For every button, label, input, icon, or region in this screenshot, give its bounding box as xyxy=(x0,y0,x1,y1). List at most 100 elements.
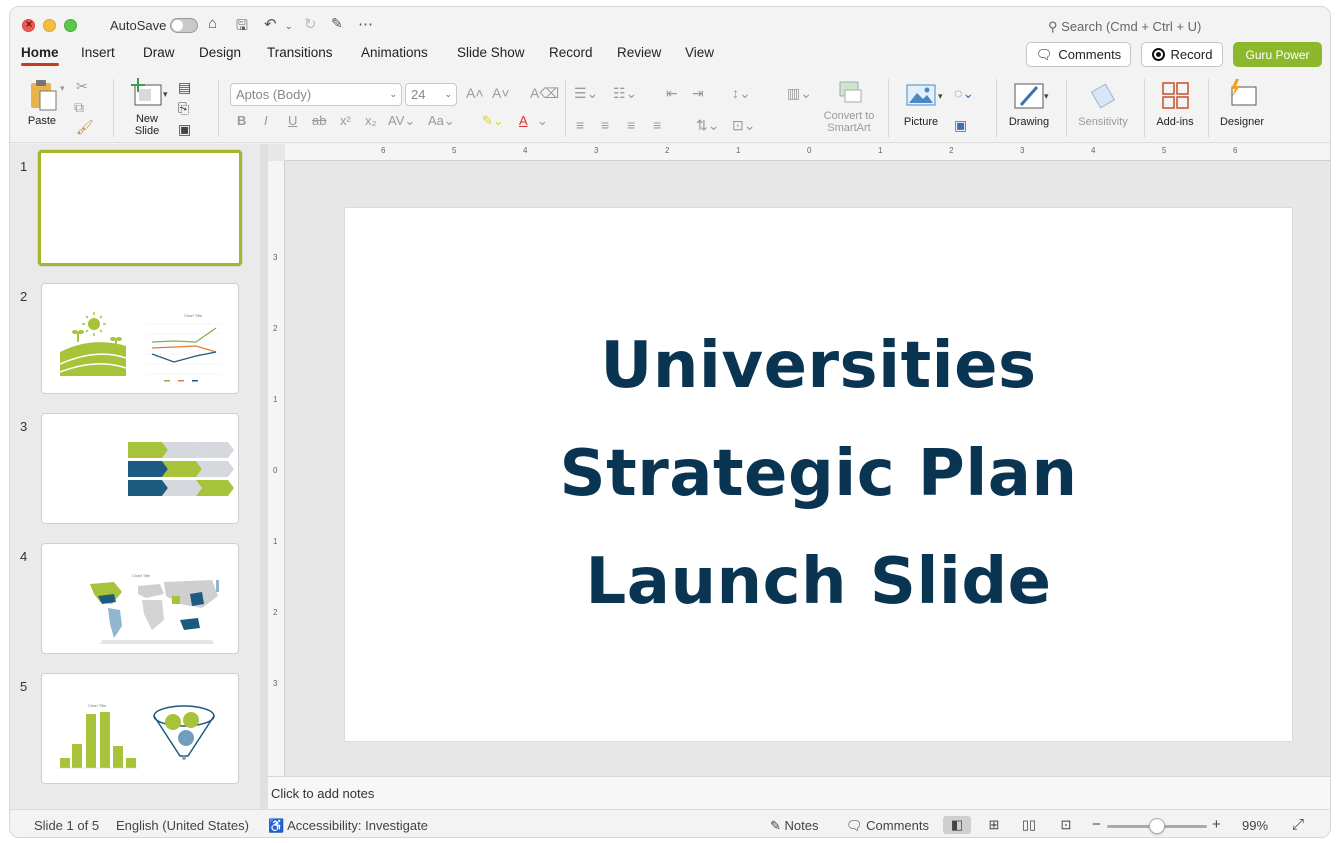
comment-icon: 🗨 xyxy=(846,818,863,833)
align-right-icon[interactable]: ≡ xyxy=(627,117,635,133)
tab-draw[interactable]: Draw xyxy=(143,45,175,60)
tab-record[interactable]: Record xyxy=(549,45,593,60)
close-window-button[interactable] xyxy=(22,17,35,32)
guru-power-button[interactable]: Guru Power xyxy=(1233,42,1322,67)
designer-button[interactable]: Designer xyxy=(1216,79,1268,128)
cut-icon[interactable]: ✂ xyxy=(76,78,88,95)
zoom-out-button[interactable]: − xyxy=(1092,816,1101,833)
autosave-toggle[interactable] xyxy=(170,18,198,33)
undo-icon[interactable]: ↶ xyxy=(264,15,277,33)
slide-thumbnail-4[interactable]: Chart Title xyxy=(41,543,239,654)
increase-indent-icon[interactable]: ⇥ xyxy=(692,85,704,102)
slide-thumbnail-1[interactable] xyxy=(38,150,242,266)
sensitivity-button[interactable]: Sensitivity xyxy=(1074,81,1132,128)
slide-thumbnail-pane[interactable]: 1 2 Chart Title 3 4 Chart Title 5 Chart … xyxy=(10,144,260,809)
highlight-icon[interactable]: ✎⌄ xyxy=(482,113,504,129)
add-ins-button[interactable]: Add-ins xyxy=(1150,81,1200,128)
slide-thumbnail-2[interactable]: Chart Title xyxy=(41,283,239,394)
drawing-dropdown-icon[interactable]: ▾ xyxy=(1044,91,1049,102)
tab-animations[interactable]: Animations xyxy=(361,45,428,60)
zoom-level[interactable]: 99% xyxy=(1242,818,1268,833)
decrease-font-icon[interactable]: A˅ xyxy=(492,85,510,101)
slide-thumbnail-5[interactable]: Chart Title xyxy=(41,673,239,784)
character-spacing-icon[interactable]: AV⌄ xyxy=(388,113,415,129)
font-name-select[interactable]: Aptos (Body) ⌄ xyxy=(230,83,402,106)
picture-dropdown-icon[interactable]: ▾ xyxy=(938,91,943,102)
reset-icon[interactable]: ⎘ xyxy=(178,100,189,117)
columns-icon[interactable]: ▥⌄ xyxy=(787,85,812,102)
superscript-icon[interactable]: x² xyxy=(340,113,351,128)
minimize-window-button[interactable] xyxy=(43,19,56,32)
justify-icon[interactable]: ≡ xyxy=(653,117,661,133)
ribbon-separator xyxy=(565,79,566,137)
tab-transitions[interactable]: Transitions xyxy=(267,45,333,60)
notes-pane[interactable]: Click to add notes xyxy=(268,776,1330,809)
search-field[interactable]: ⚲ Search (Cmd + Ctrl + U) xyxy=(1048,19,1201,35)
align-text-icon[interactable]: ⊡⌄ xyxy=(732,117,755,134)
normal-view-button[interactable]: ◧ xyxy=(943,816,971,834)
slide-title-placeholder[interactable]: Universities Strategic Plan Launch Slide xyxy=(345,312,1292,636)
thumbnail-scrollbar[interactable] xyxy=(260,144,268,809)
zoom-window-button[interactable] xyxy=(64,19,77,32)
change-case-icon[interactable]: Aa⌄ xyxy=(428,113,455,129)
increase-font-icon[interactable]: A˄ xyxy=(466,85,484,101)
undo-dropdown-icon[interactable]: ⌄ xyxy=(285,21,293,32)
slide-canvas[interactable]: Universities Strategic Plan Launch Slide xyxy=(345,208,1292,741)
align-center-icon[interactable]: ≡ xyxy=(601,117,609,133)
home-icon[interactable]: ⌂ xyxy=(208,15,217,32)
font-color-icon[interactable]: A xyxy=(519,113,528,128)
record-button[interactable]: Record xyxy=(1141,42,1223,67)
save-as-icon[interactable]: ✎ xyxy=(331,15,343,32)
font-size-select[interactable]: 24 ⌄ xyxy=(405,83,457,106)
tab-insert[interactable]: Insert xyxy=(81,45,115,60)
line-spacing-icon[interactable]: ↕⌄ xyxy=(732,85,751,102)
font-color-dropdown-icon[interactable]: ⌄ xyxy=(537,113,548,129)
zoom-slider-handle[interactable] xyxy=(1149,818,1165,834)
comments-toggle-button[interactable]: 🗨 Comments xyxy=(846,818,929,834)
subscript-icon[interactable]: x₂ xyxy=(365,113,377,128)
align-left-icon[interactable]: ≡ xyxy=(576,117,584,133)
language-indicator[interactable]: English (United States) xyxy=(116,818,249,833)
layout-icon[interactable]: ▤ xyxy=(178,79,191,96)
new-slide-dropdown-icon[interactable]: ▾ xyxy=(163,89,168,100)
underline-icon[interactable]: U xyxy=(288,113,297,128)
tab-design[interactable]: Design xyxy=(199,45,241,60)
paste-button[interactable]: Paste xyxy=(22,78,62,127)
slide-sorter-button[interactable]: ⊞ xyxy=(980,816,1008,834)
numbering-icon[interactable]: ☷⌄ xyxy=(613,85,637,102)
decrease-indent-icon[interactable]: ⇤ xyxy=(666,85,678,102)
shapes-icon[interactable]: ◌⌄ xyxy=(954,85,974,102)
slide-thumbnail-3[interactable] xyxy=(41,413,239,524)
strikethrough-icon[interactable]: ab xyxy=(312,113,326,128)
text-direction-icon[interactable]: ⇅⌄ xyxy=(696,117,719,134)
text-box-icon[interactable]: ▣ xyxy=(954,117,967,134)
bold-icon[interactable]: B xyxy=(237,113,246,128)
copy-icon[interactable]: ⧉ xyxy=(74,99,84,116)
italic-icon[interactable]: I xyxy=(264,113,268,128)
bullets-icon[interactable]: ☰⌄ xyxy=(574,85,598,102)
tab-home[interactable]: Home xyxy=(21,45,59,66)
picture-button[interactable]: Picture xyxy=(898,81,944,128)
reading-view-button[interactable]: ▯▯ xyxy=(1015,816,1043,834)
tab-review[interactable]: Review xyxy=(617,45,661,60)
comments-button[interactable]: 🗨 Comments xyxy=(1026,42,1131,67)
format-painter-icon[interactable]: 🖌 xyxy=(76,119,94,136)
new-slide-button[interactable]: New Slide xyxy=(124,78,170,137)
slide-show-button[interactable]: ⊡ xyxy=(1052,816,1080,834)
zoom-in-button[interactable]: + xyxy=(1212,816,1221,833)
ruler-tick-label: 2 xyxy=(273,324,278,333)
drawing-button[interactable]: Drawing xyxy=(1006,81,1052,128)
horizontal-ruler: 6 5 4 3 2 1 0 1 2 3 4 5 6 xyxy=(285,144,1330,161)
accessibility-checker[interactable]: ♿ Accessibility: Investigate xyxy=(268,818,428,834)
notes-toggle-button[interactable]: ✎ Notes xyxy=(770,818,819,834)
tab-slide-show[interactable]: Slide Show xyxy=(457,45,525,60)
paste-dropdown-icon[interactable]: ▾ xyxy=(60,83,65,94)
fit-to-window-icon[interactable]: ⤢ xyxy=(1292,816,1304,833)
redo-icon[interactable]: ↻ xyxy=(304,15,317,33)
clear-formatting-icon[interactable]: A⌫ xyxy=(530,85,559,102)
convert-to-smartart-button[interactable]: Convert to SmartArt xyxy=(816,79,882,134)
section-icon[interactable]: ▣ xyxy=(178,121,191,138)
save-icon[interactable]: 🖫 xyxy=(236,15,248,39)
tab-view[interactable]: View xyxy=(685,45,714,60)
more-options-icon[interactable]: ⋯ xyxy=(358,15,373,33)
